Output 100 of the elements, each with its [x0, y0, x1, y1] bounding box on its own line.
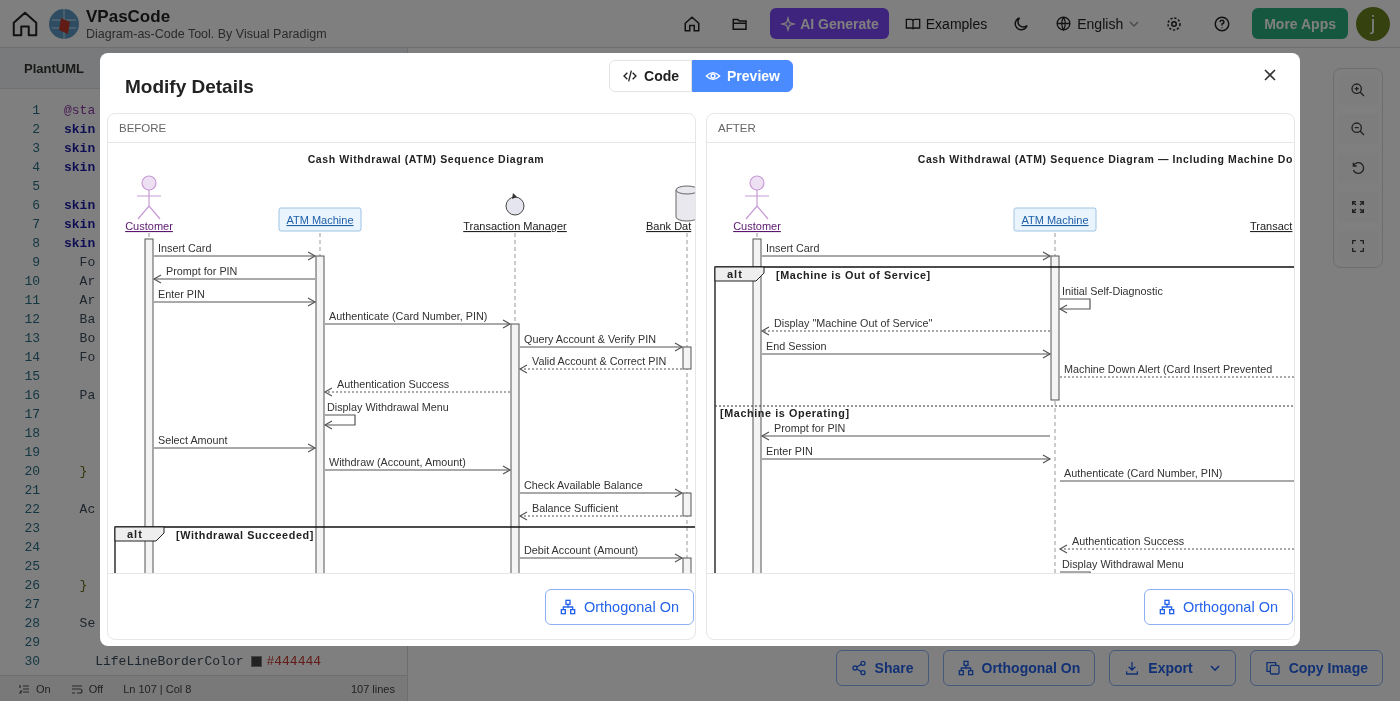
help-icon[interactable] — [1213, 14, 1232, 33]
participant-box: ATM Machine — [278, 207, 362, 232]
examples-button[interactable]: Examples — [900, 15, 992, 32]
line-number: 14 — [23, 350, 40, 365]
code-text: LifeLineBorderColor — [94, 654, 244, 669]
activation-bar — [682, 346, 692, 370]
line-number: 17 — [23, 407, 40, 422]
line-number: 21 — [23, 483, 40, 498]
user-avatar[interactable]: j — [1356, 6, 1390, 41]
cursor-position: Ln 107 | Col 8 — [123, 682, 192, 695]
line-number: 1 — [31, 103, 40, 118]
message-label: Withdraw (Account, Amount) — [329, 456, 466, 468]
line-number: 18 — [23, 426, 40, 441]
line-number: 13 — [23, 331, 40, 346]
panel-heading: BEFORE — [118, 121, 168, 136]
message-label: Enter PIN — [766, 445, 813, 457]
message-label: Authentication Success — [337, 378, 450, 390]
copy-button[interactable]: Copy Image — [1249, 650, 1383, 686]
wrap-icon — [70, 682, 83, 695]
message-label: Display "Machine Out of Service" — [774, 317, 933, 329]
line-number: 9 — [31, 255, 40, 270]
settings-icon[interactable] — [1165, 14, 1184, 33]
participant-label: Transaction Manager — [463, 220, 567, 232]
message-label: Authenticate (Card Number, PIN) — [329, 310, 488, 322]
orthogonal-button[interactable]: Orthogonal On — [544, 588, 694, 625]
hierarchy-icon — [1158, 598, 1175, 615]
stick-figure-icon — [136, 175, 162, 220]
code-text: @sta — [64, 103, 96, 118]
code-text: Ar — [78, 274, 96, 289]
more-apps-button[interactable]: More Apps — [1252, 8, 1348, 39]
self-message-arrow — [323, 414, 356, 430]
orthogonal-button[interactable]: Orthogonal On — [1143, 588, 1293, 625]
line-number: 15 — [23, 369, 40, 384]
code-icon — [622, 68, 639, 84]
code-text: skin — [64, 198, 96, 213]
line-numbers-toggle[interactable]: On — [18, 682, 51, 695]
globe-icon — [1055, 15, 1073, 32]
message-label: Machine Down Alert (Card Insert Prevented — [1064, 363, 1273, 375]
message-label: Insert Card — [766, 242, 820, 254]
sparkle-icon — [780, 15, 797, 32]
code-text: Bo — [78, 331, 96, 346]
code-text: skin — [64, 217, 96, 232]
code-text: Ba — [78, 312, 96, 327]
message-label: Query Account & Verify PIN — [524, 333, 657, 345]
line-number: 16 — [23, 388, 40, 403]
ai-generate-button[interactable]: AI Generate — [770, 8, 889, 39]
message-label: Prompt for PIN — [166, 265, 238, 277]
guard-label: [Machine is Out of Service] — [776, 269, 931, 281]
color-value: #444444 — [266, 654, 322, 669]
share-icon — [850, 660, 867, 676]
copy-icon — [1264, 660, 1281, 676]
message-label: Display Withdrawal Menu — [327, 401, 449, 413]
panel-heading: AFTER — [717, 121, 757, 136]
code-text: skin — [64, 141, 96, 156]
self-message-arrow — [1058, 298, 1091, 314]
code-tab[interactable]: Code — [609, 60, 693, 92]
line-number: 27 — [23, 597, 40, 612]
code-text: Ac — [78, 502, 96, 517]
line-number: 8 — [31, 236, 40, 251]
app-subtitle: Diagram-as-Code Tool. By Visual Paradigm — [86, 26, 327, 41]
share-button[interactable]: Share — [835, 650, 929, 686]
line-number: 25 — [23, 559, 40, 574]
line-count: 107 lines — [350, 682, 395, 695]
app-title: VPasCode — [86, 6, 172, 27]
message-label: Display Withdrawal Menu — [1062, 558, 1184, 570]
close-icon — [1263, 68, 1277, 82]
line-number: 5 — [31, 179, 40, 194]
message-label: Initial Self-Diagnostic — [1062, 285, 1163, 297]
message-label: Debit Account (Amount) — [524, 544, 639, 556]
activation-bar — [682, 557, 692, 573]
participant-label: Customer — [733, 220, 781, 232]
word-wrap-toggle[interactable]: Off — [70, 682, 104, 695]
message-label: Valid Account & Correct PIN — [532, 355, 667, 367]
participant-label: Transact — [1250, 220, 1293, 232]
line-number: 3 — [31, 141, 40, 156]
zoom-in-icon — [1350, 82, 1366, 98]
control-icon — [505, 193, 525, 216]
diagram-title: Cash Withdrawal (ATM) Sequence Diagram — [307, 153, 545, 165]
line-number: 12 — [23, 312, 40, 327]
line-number: 6 — [31, 198, 40, 213]
diagram-title: Cash Withdrawal (ATM) Sequence Diagram — Including Machine Do — [917, 153, 1293, 165]
editor-tab[interactable]: PlantUML — [24, 60, 84, 76]
guard-label: [Withdrawal Succeeded] — [176, 529, 314, 541]
message-label: End Session — [766, 340, 827, 352]
orthogonal-button[interactable]: Orthogonal On — [942, 650, 1096, 686]
line-number: 19 — [23, 445, 40, 460]
home-icon[interactable] — [683, 14, 702, 33]
participant-box: ATM Machine — [1013, 207, 1097, 232]
code-text: Ar — [78, 293, 96, 308]
message-label: Authenticate (Card Number, PIN) — [1064, 467, 1223, 479]
code-text: } — [78, 464, 88, 479]
export-button[interactable]: Export — [1109, 650, 1236, 686]
participant-label: Customer — [125, 220, 173, 232]
code-text: skin — [64, 122, 96, 137]
code-text: Pa — [78, 388, 96, 403]
line-number: 20 — [23, 464, 40, 479]
globe-logo-icon — [48, 7, 80, 40]
code-text: Se — [78, 616, 96, 631]
preview-tab[interactable]: Preview — [692, 60, 793, 92]
language-dropdown[interactable]: English — [1051, 15, 1145, 32]
